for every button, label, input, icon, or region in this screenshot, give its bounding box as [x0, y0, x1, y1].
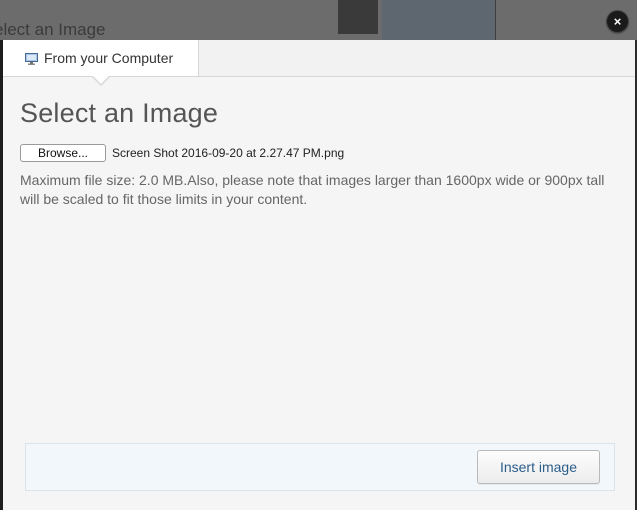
- dialog-heading: Select an Image: [20, 98, 219, 128]
- insert-image-button[interactable]: Insert image: [477, 450, 600, 484]
- tab-from-your-computer[interactable]: From your Computer: [3, 40, 199, 76]
- browse-button[interactable]: Browse...: [20, 144, 106, 162]
- dialog-footer: Insert image: [25, 443, 615, 491]
- image-upload-dialog: From your Computer Select an Image Brows…: [3, 40, 635, 510]
- computer-icon: [25, 52, 38, 65]
- file-size-note: Maximum file size: 2.0 MB.Also, please n…: [20, 172, 605, 207]
- tab-bar: From your Computer: [3, 40, 635, 86]
- background-divider: [495, 0, 496, 40]
- background-panel: [382, 0, 496, 40]
- background-page: elect an Image: [0, 0, 637, 40]
- background-page-title: elect an Image: [0, 20, 106, 39]
- active-tab-pointer: [91, 75, 111, 86]
- close-button[interactable]: ×: [607, 11, 628, 32]
- tab-label: From your Computer: [44, 50, 174, 66]
- dialog-content: Select an Image Browse... Screen Shot 20…: [20, 100, 620, 209]
- background-thumbnail: [338, 0, 378, 34]
- selected-file-name: Screen Shot 2016-09-20 at 2.27.47 PM.png: [112, 146, 345, 160]
- close-icon: ×: [613, 14, 622, 29]
- file-input-row: Browse... Screen Shot 2016-09-20 at 2.27…: [20, 144, 620, 162]
